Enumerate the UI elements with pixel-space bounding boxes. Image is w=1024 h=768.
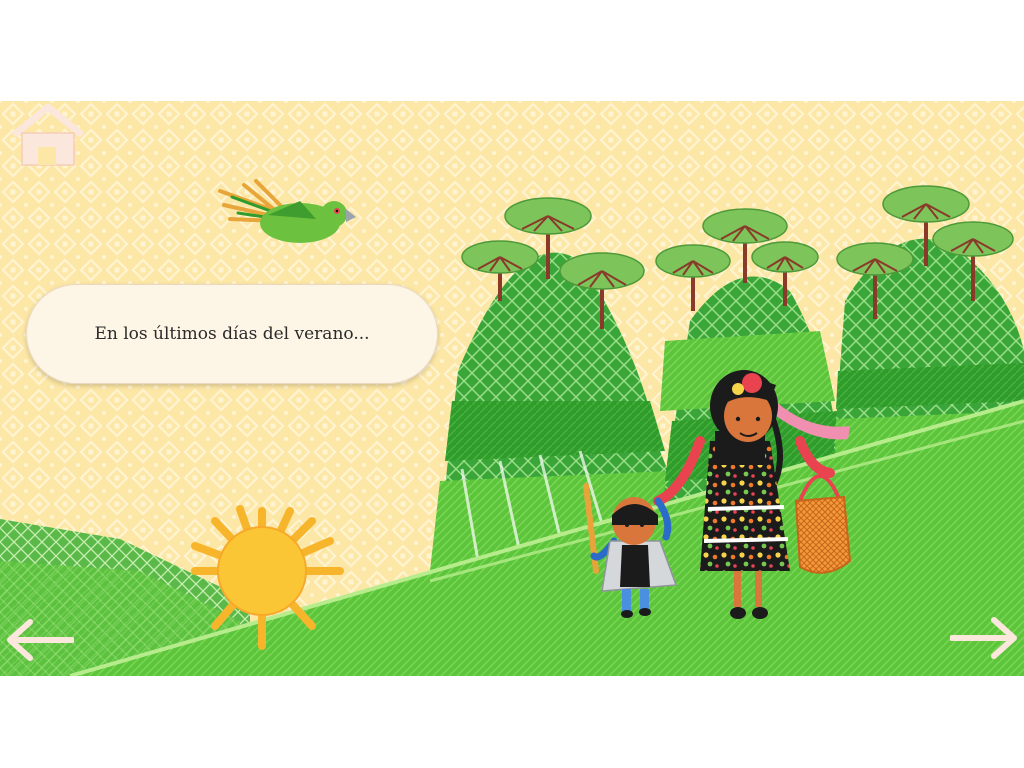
scene-illustration (0, 101, 1024, 676)
previous-page-button[interactable] (2, 616, 75, 664)
arrow-right-icon (949, 617, 1017, 659)
home-button[interactable] (8, 103, 88, 169)
story-scene: En los últimos días del verano... (0, 101, 1024, 676)
narration-text: En los últimos días del verano... (94, 324, 370, 344)
home-icon (11, 103, 85, 166)
arrow-left-icon (7, 619, 75, 661)
next-page-button[interactable] (949, 614, 1022, 662)
narration-bubble: En los últimos días del verano... (26, 284, 438, 384)
